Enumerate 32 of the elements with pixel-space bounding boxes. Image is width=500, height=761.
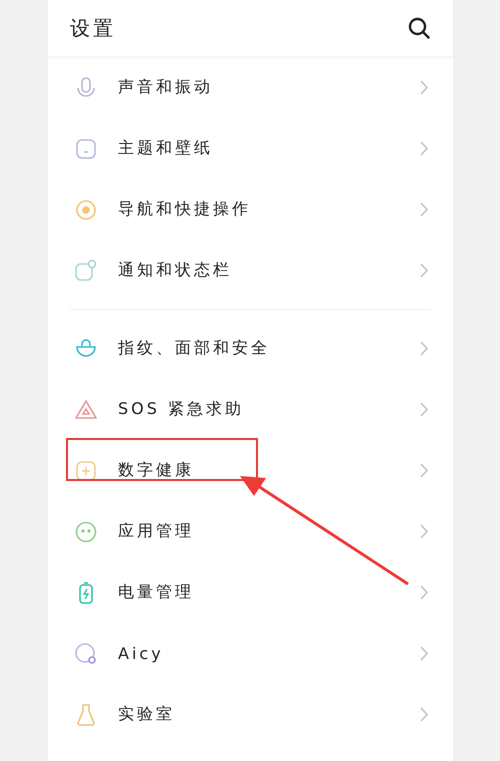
chevron-icon	[420, 524, 429, 539]
settings-item[interactable]: 声音和振动	[48, 57, 453, 118]
chevron-icon	[420, 585, 429, 600]
warning-triangle-icon	[74, 398, 98, 422]
chevron-icon	[420, 402, 429, 417]
square-icon	[74, 136, 98, 160]
settings-item[interactable]: 数字健康	[48, 440, 453, 501]
settings-item[interactable]: 实验室	[48, 684, 453, 745]
settings-item[interactable]: 电量管理	[48, 562, 453, 623]
search-icon[interactable]	[407, 16, 431, 40]
chevron-icon	[420, 341, 429, 356]
settings-item[interactable]: 主题和壁纸	[48, 118, 453, 179]
settings-item[interactable]: 应用管理	[48, 501, 453, 562]
settings-item[interactable]: 指纹、面部和安全	[48, 318, 453, 379]
target-icon	[74, 198, 98, 222]
flask-icon	[74, 702, 98, 726]
settings-item[interactable]: SOS 紧急求助	[48, 379, 453, 440]
microphone-icon	[74, 76, 98, 100]
chevron-icon	[420, 463, 429, 478]
chevron-icon	[420, 707, 429, 722]
circle-dot-icon	[74, 642, 98, 666]
chevron-icon	[420, 141, 429, 156]
settings-item[interactable]: Aicy	[48, 623, 453, 684]
smiley-icon	[74, 520, 98, 544]
settings-item[interactable]: 导航和快捷操作	[48, 179, 453, 240]
chevron-icon	[420, 646, 429, 661]
page-title: 设置	[70, 14, 116, 42]
notification-icon	[74, 258, 98, 282]
chevron-icon	[420, 80, 429, 95]
settings-item[interactable]: 通知和状态栏	[48, 240, 453, 301]
chevron-icon	[420, 263, 429, 278]
chevron-icon	[420, 202, 429, 217]
